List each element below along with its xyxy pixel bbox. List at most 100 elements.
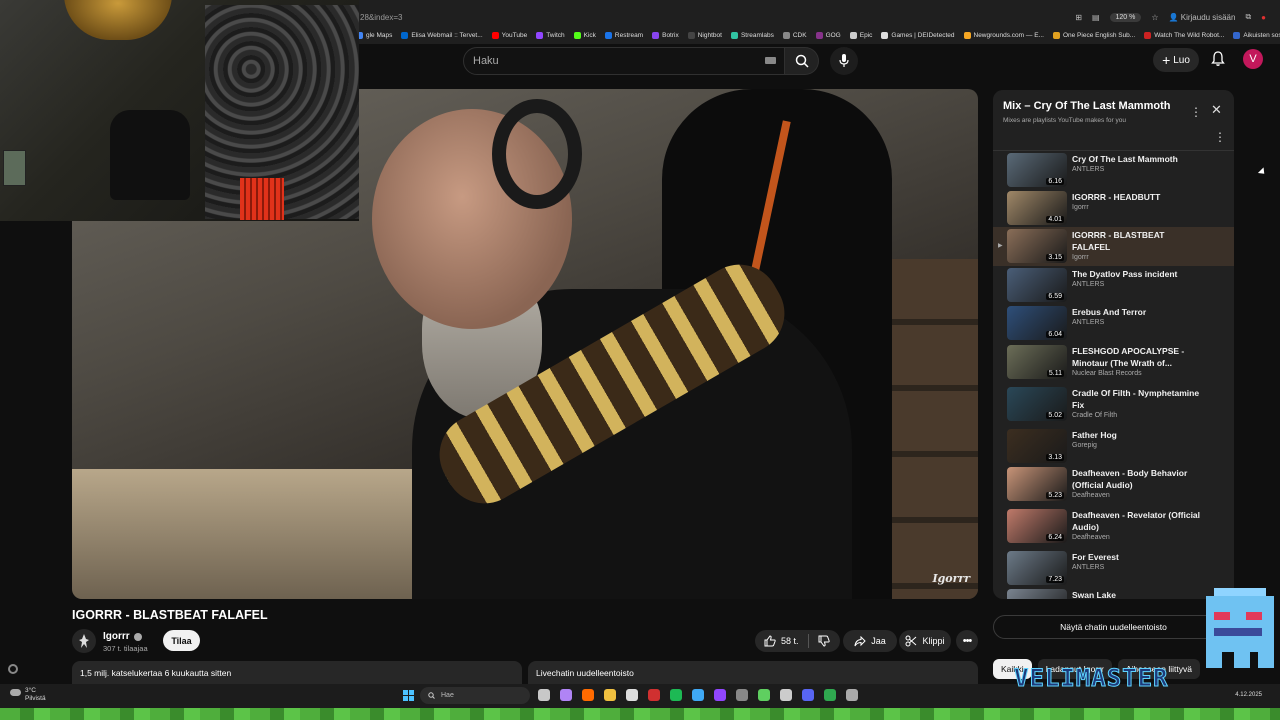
bookmark-item[interactable]: Aikuisten sosiaalipalve... — [1233, 31, 1280, 39]
bookmark-item[interactable]: Epic — [849, 31, 872, 39]
bookmark-item[interactable]: Botrix — [652, 31, 679, 39]
taskbar-app-icon[interactable] — [538, 689, 550, 701]
channel-avatar[interactable] — [72, 629, 96, 653]
bookmark-item[interactable]: Streamlabs — [730, 31, 774, 39]
livechat-replay-panel[interactable]: Livechatin uudelleentoisto — [528, 661, 978, 685]
playlist-thumbnail[interactable] — [1007, 589, 1067, 599]
description-box[interactable]: 1,5 milj. katselukertaa 6 kuukautta sitt… — [72, 661, 522, 685]
bookmark-item[interactable]: YouTube — [491, 31, 527, 39]
channel-name-text[interactable]: Igorrr — [103, 631, 130, 642]
playlist-item[interactable]: 3.13 Father Hog Gorepig — [993, 427, 1234, 465]
bookmark-item[interactable]: gle Maps — [356, 31, 392, 39]
playlist-thumbnail[interactable]: 5.11 — [1007, 345, 1067, 379]
taskbar-search[interactable]: Hae — [420, 687, 530, 704]
playlist-item-title[interactable]: For Everest — [1072, 551, 1202, 563]
bookmark-item[interactable]: Games | DEIDetected — [881, 31, 955, 39]
notifications-bell-icon[interactable] — [1210, 51, 1226, 67]
playlist-thumbnail[interactable]: 5.02 — [1007, 387, 1067, 421]
close-icon[interactable]: ✕ — [1211, 102, 1222, 118]
playlist-item[interactable]: 5.02 Cradle Of Filth - Nymphetamine Fix Cr… — [993, 385, 1234, 427]
search-button[interactable] — [785, 47, 819, 75]
playlist-menu-icon[interactable]: ⋮ — [1190, 105, 1202, 119]
account-avatar[interactable]: V — [1243, 49, 1263, 69]
zoom-indicator[interactable]: 120 % — [1109, 12, 1142, 22]
bookmark-item[interactable]: Kick — [573, 31, 596, 39]
playlist-item[interactable]: ▶ 3.15 IGORRR - BLASTBEAT FALAFEL Igorrr — [993, 227, 1234, 266]
windows-start-icon[interactable] — [403, 690, 414, 701]
playlist-item-title[interactable]: Swan Lake — [1072, 589, 1202, 599]
gear-icon[interactable] — [8, 664, 18, 674]
taskbar-app-icon[interactable] — [758, 689, 770, 701]
address-url[interactable]: 28&index=3 — [360, 13, 402, 22]
playlist-thumbnail[interactable]: 6.59 — [1007, 268, 1067, 302]
playlist-thumbnail[interactable]: 6.16 — [1007, 153, 1067, 187]
playlist-thumbnail[interactable]: 3.15 — [1007, 229, 1067, 263]
subscribe-button[interactable]: Tilaa — [163, 630, 200, 651]
taskbar-app-icon[interactable] — [780, 689, 792, 701]
bookmark-item[interactable]: Restream — [604, 31, 643, 39]
playlist-item[interactable]: 6.59 The Dyatlov Pass incident ANTLERS — [993, 266, 1234, 304]
playlist-item-title[interactable]: Erebus And Terror — [1072, 306, 1202, 318]
playlist-item[interactable]: 5.11 FLESHGOD APOCALYPSE - Minotaur (The … — [993, 343, 1234, 385]
bookmark-item[interactable]: GOG — [815, 31, 841, 39]
playlist-item[interactable]: 6.16 Cry Of The Last Mammoth ANTLERS — [993, 151, 1234, 189]
playlist-item-title[interactable]: IGORRR - BLASTBEAT FALAFEL — [1072, 229, 1202, 253]
taskbar-app-icon[interactable] — [648, 689, 660, 701]
taskbar-app-icon[interactable] — [560, 689, 572, 701]
taskbar-app-icon[interactable] — [692, 689, 704, 701]
playlist-item-title[interactable]: The Dyatlov Pass incident — [1072, 268, 1202, 280]
bookmark-item[interactable]: One Piece English Sub... — [1052, 31, 1135, 39]
bookmark-item[interactable]: Elisa Webmail :: Tervet... — [401, 31, 483, 39]
profile-button[interactable]: 👤 Kirjaudu sisään — [1169, 13, 1236, 22]
bookmark-item[interactable]: Newgrounds.com — E... — [963, 31, 1044, 39]
bookmark-item[interactable]: Nightbot — [687, 31, 722, 39]
like-button[interactable]: 58 t. — [755, 634, 809, 648]
star-icon[interactable]: ☆ — [1151, 13, 1158, 22]
taskbar-app-icon[interactable] — [824, 689, 836, 701]
playlist-item-title[interactable]: Father Hog — [1072, 429, 1202, 441]
weather-widget[interactable]: 3°C Pilvistä — [10, 687, 46, 703]
playlist-thumbnail[interactable]: 6.24 — [1007, 509, 1067, 543]
playlist-thumbnail[interactable]: 3.13 — [1007, 429, 1067, 463]
translate-icon[interactable]: ⊞ — [1075, 13, 1082, 22]
playlist-thumbnail[interactable]: 6.04 — [1007, 306, 1067, 340]
playlist-item[interactable]: 7.23 For Everest ANTLERS — [993, 549, 1234, 587]
bookmark-item[interactable]: CDK — [782, 31, 807, 39]
playlist-item[interactable]: 5.23 Deafheaven - Body Behavior (Official… — [993, 465, 1234, 507]
taskbar-app-icon[interactable] — [846, 689, 858, 701]
more-actions-button[interactable]: ••• — [956, 630, 978, 652]
playlist-thumbnail[interactable]: 5.23 — [1007, 467, 1067, 501]
playlist-item[interactable]: 6.04 Erebus And Terror ANTLERS — [993, 304, 1234, 343]
playlist-item[interactable]: 4.01 IGORRR - HEADBUTT Igorrr — [993, 189, 1234, 227]
voice-search-button[interactable] — [830, 47, 858, 75]
extensions-icon[interactable]: ⧉ — [1245, 12, 1251, 22]
playlist-title[interactable]: Mix – Cry Of The Last Mammoth — [1003, 100, 1170, 112]
playlist-item[interactable]: Swan Lake — [993, 587, 1234, 599]
taskbar-app-icon[interactable] — [670, 689, 682, 701]
show-chat-replay-button[interactable]: Näytä chatin uudelleentoisto — [993, 615, 1234, 639]
reader-icon[interactable]: ▤ — [1092, 13, 1100, 22]
playlist-item-title[interactable]: IGORRR - HEADBUTT — [1072, 191, 1202, 203]
bookmark-item[interactable]: Watch The Wild Robot... — [1144, 31, 1224, 39]
bookmark-item[interactable]: Twitch — [536, 31, 565, 39]
taskbar-date[interactable]: 4.12.2025 — [1235, 692, 1262, 698]
dislike-button[interactable] — [809, 635, 839, 647]
search-input[interactable]: Haku — [463, 47, 785, 75]
playlist-item-title[interactable]: Cry Of The Last Mammoth — [1072, 153, 1202, 165]
create-button[interactable]: + Luo — [1153, 48, 1199, 72]
window-controls[interactable]: ● — [1261, 13, 1266, 22]
playlist-options-icon[interactable]: ⋮ — [1214, 130, 1226, 144]
taskbar-app-icon[interactable] — [714, 689, 726, 701]
channel-name[interactable]: Igorrr — [103, 631, 142, 642]
taskbar-app-icon[interactable] — [604, 689, 616, 701]
playlist-thumbnail[interactable]: 7.23 — [1007, 551, 1067, 585]
playlist-item[interactable]: 6.24 Deafheaven - Revelator (Official Aud… — [993, 507, 1234, 549]
taskbar-app-icon[interactable] — [736, 689, 748, 701]
taskbar-app-icon[interactable] — [582, 689, 594, 701]
address-bar[interactable]: 28&index=3 ⊞ ▤ 120 % ☆ 👤 Kirjaudu sisään… — [360, 8, 1280, 26]
playlist-item-title[interactable]: FLESHGOD APOCALYPSE - Minotaur (The Wrat… — [1072, 345, 1202, 369]
keyboard-icon[interactable] — [765, 57, 776, 64]
clip-button[interactable]: Klippi — [899, 630, 951, 652]
share-button[interactable]: Jaa — [843, 630, 897, 652]
playlist-item-title[interactable]: Deafheaven - Body Behavior (Official Aud… — [1072, 467, 1202, 491]
